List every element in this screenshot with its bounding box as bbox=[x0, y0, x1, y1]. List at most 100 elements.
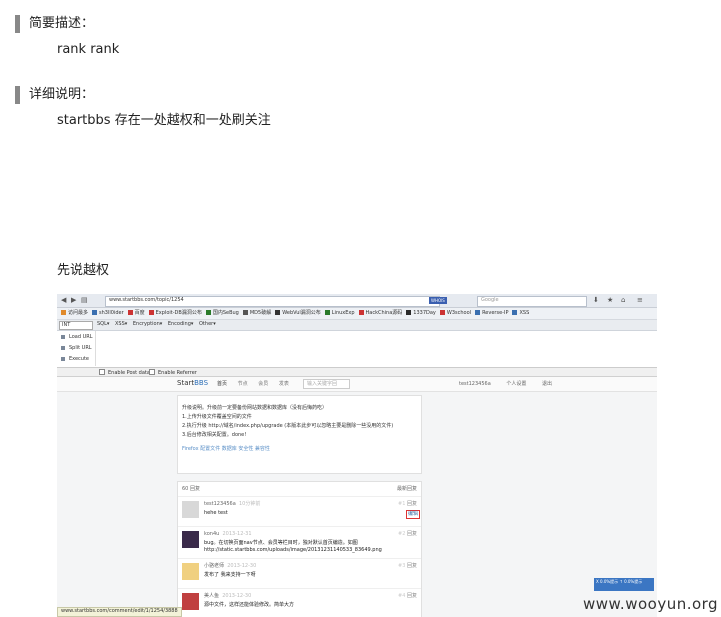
menu-xss[interactable]: XSS▾ bbox=[115, 321, 127, 327]
comment-floor: #2 bbox=[398, 531, 406, 537]
hackbar-menu: SQL▾ XSS▾ Encryption▾ Encoding▾ Other▾ bbox=[97, 321, 220, 328]
reply-link[interactable]: 回复 bbox=[407, 501, 417, 507]
site-search-input[interactable]: 输入关键字回 bbox=[303, 379, 350, 389]
bookmark-label: 国内SeBug bbox=[212, 310, 239, 316]
bookmark-icon bbox=[358, 310, 364, 315]
comment-floor: #4 bbox=[398, 593, 406, 599]
menu-encoding[interactable]: Encoding▾ bbox=[168, 321, 194, 327]
bookmark-icon bbox=[324, 310, 330, 315]
forward-icon[interactable]: ▶ bbox=[71, 296, 76, 304]
load-url-button[interactable]: Load URL bbox=[61, 334, 93, 341]
bookmark-icon bbox=[205, 310, 211, 315]
home-list-icon[interactable]: ▤ bbox=[81, 296, 88, 304]
comment-time: 2013-12-30 bbox=[222, 593, 252, 599]
bookmark-item[interactable]: 访问最多 bbox=[61, 308, 88, 319]
bookmark-label: Exploit-DB漏洞公布 bbox=[155, 310, 202, 316]
bookmark-label: 1337Day bbox=[413, 310, 436, 316]
execute-button[interactable]: Execute bbox=[61, 356, 89, 363]
site-nav: 首页 节点 会员 发表 bbox=[217, 381, 298, 388]
comment-author: 美人鱼 2013-12-30 bbox=[204, 593, 251, 600]
nav-members[interactable]: 会员 bbox=[258, 381, 268, 387]
user-links: test123456a 个人设置 退出 bbox=[459, 381, 566, 388]
split-url-button[interactable]: Split URL bbox=[61, 345, 92, 352]
comment-author: test123456a 10分钟前 bbox=[204, 501, 260, 508]
logout-link[interactable]: 退出 bbox=[542, 381, 552, 387]
menu-icon[interactable]: ≡ bbox=[637, 296, 643, 304]
split-url-icon bbox=[61, 346, 65, 350]
bookmark-icon bbox=[406, 310, 412, 315]
status-bar-url: www.startbbs.com/comment/edit/1/1254/388… bbox=[57, 607, 182, 617]
bookmark-label: MD5破解 bbox=[249, 310, 272, 316]
execute-icon bbox=[61, 357, 65, 361]
download-icon[interactable]: ⬇ bbox=[593, 296, 599, 304]
bookmark-item[interactable]: XSS bbox=[512, 308, 529, 319]
bookmark-item[interactable]: WebVul漏洞公布 bbox=[275, 308, 321, 319]
comment-time: 2013-12-31 bbox=[222, 531, 252, 537]
comment-item: test123456a 10分钟前 hehe test #1 回复 编辑 bbox=[178, 496, 421, 525]
bookmark-icon[interactable]: ★ bbox=[607, 296, 613, 304]
home-icon[interactable]: ⌂ bbox=[621, 296, 625, 304]
section-marker bbox=[15, 86, 20, 104]
comment-author-name[interactable]: 美人鱼 bbox=[204, 593, 219, 599]
bookmark-item[interactable]: MD5破解 bbox=[242, 308, 272, 319]
post-line: 3.后台修改相关配置。done! bbox=[182, 432, 247, 438]
hackbar-options: Enable Post data Enable Referrer bbox=[57, 368, 657, 377]
comment-time: 10分钟前 bbox=[238, 501, 261, 507]
reply-link[interactable]: 回复 bbox=[407, 593, 417, 599]
bookmark-item[interactable]: Reverse-IP bbox=[475, 308, 508, 319]
bookmark-item[interactable]: W3school bbox=[439, 308, 471, 319]
settings-link[interactable]: 个人设置 bbox=[506, 381, 526, 387]
bookmark-item[interactable]: sh3ll0ider bbox=[92, 308, 124, 319]
menu-other[interactable]: Other▾ bbox=[199, 321, 216, 327]
bookmark-icon bbox=[475, 310, 481, 315]
avatar[interactable] bbox=[182, 531, 199, 548]
bookmark-item[interactable]: 1337Day bbox=[406, 308, 436, 319]
site-logo[interactable]: StartBBS bbox=[177, 380, 208, 387]
avatar[interactable] bbox=[182, 593, 199, 610]
post-line: 1.上传升级文件覆盖空间的文件 bbox=[182, 414, 252, 420]
section-title: 简要描述： bbox=[29, 16, 95, 31]
bookmarks-bar: 访问最多 sh3ll0ider 百度 Exploit-DB漏洞公布 国内SeBug MD5… bbox=[57, 308, 657, 320]
nav-nodes[interactable]: 节点 bbox=[238, 381, 248, 387]
comment-author-name[interactable]: 小骆老师 bbox=[204, 563, 224, 569]
bookmark-item[interactable]: 国内SeBug bbox=[205, 308, 239, 319]
back-icon[interactable]: ◀ bbox=[61, 296, 66, 304]
nav-post[interactable]: 发表 bbox=[279, 381, 289, 387]
edit-link[interactable]: 编辑 bbox=[405, 510, 420, 519]
bookmark-item[interactable]: 百度 bbox=[127, 308, 145, 319]
execute-label: Execute bbox=[69, 356, 89, 362]
bookmark-item[interactable]: LinuxExp bbox=[324, 308, 355, 319]
split-url-label: Split URL bbox=[69, 345, 92, 351]
bookmark-item[interactable]: HackChina源码 bbox=[358, 308, 402, 319]
avatar[interactable] bbox=[182, 501, 199, 518]
menu-encryption[interactable]: Encryption▾ bbox=[133, 321, 162, 327]
nav-home[interactable]: 首页 bbox=[217, 381, 227, 387]
hackbar-select[interactable]: INT bbox=[59, 321, 93, 330]
notification-popup[interactable]: X 0.0%提示 ↑ 0.0%提示 bbox=[594, 578, 654, 591]
search-input[interactable]: Google bbox=[477, 296, 587, 307]
reply-link[interactable]: 回复 bbox=[407, 563, 417, 569]
comment-time: 2013-12-30 bbox=[227, 563, 257, 569]
bookmark-label: LinuxExp bbox=[331, 310, 355, 316]
comments-panel: 60 回复 最新回复 test123456a 10分钟前 hehe test #… bbox=[177, 481, 422, 617]
bookmark-item[interactable]: Exploit-DB漏洞公布 bbox=[148, 308, 202, 319]
user-name-link[interactable]: test123456a bbox=[459, 381, 491, 387]
comment-body: 源中文件，这样还能体验修改。简单大方 bbox=[204, 602, 295, 608]
reply-link[interactable]: 回复 bbox=[407, 531, 417, 537]
hackbar-toolbar: INT SQL▾ XSS▾ Encryption▾ Encoding▾ Othe… bbox=[57, 320, 657, 331]
address-bar[interactable]: www.startbbs.com/topic/1254 bbox=[105, 296, 440, 307]
bookmark-label: WebVul漏洞公布 bbox=[282, 310, 321, 316]
comment-reply: #4 回复 bbox=[398, 593, 417, 600]
hackbar-textarea[interactable] bbox=[95, 331, 657, 366]
comments-latest[interactable]: 最新回复 bbox=[397, 486, 417, 493]
referrer-checkbox[interactable]: Enable Referrer bbox=[149, 369, 197, 377]
comment-author-name[interactable]: kon4u bbox=[204, 531, 219, 537]
bookmark-label: sh3ll0ider bbox=[99, 310, 124, 316]
post-data-checkbox[interactable]: Enable Post data bbox=[99, 369, 150, 377]
whois-badge[interactable]: WHOIS bbox=[429, 297, 447, 304]
post-tags[interactable]: Firefox 配置文件 数据库 安全性 兼容性 bbox=[182, 446, 270, 453]
menu-sql[interactable]: SQL▾ bbox=[97, 321, 109, 327]
comment-link[interactable]: http://static.startbbs.com/uploads/image… bbox=[204, 547, 382, 554]
comment-author-name[interactable]: test123456a bbox=[204, 501, 236, 507]
avatar[interactable] bbox=[182, 563, 199, 580]
